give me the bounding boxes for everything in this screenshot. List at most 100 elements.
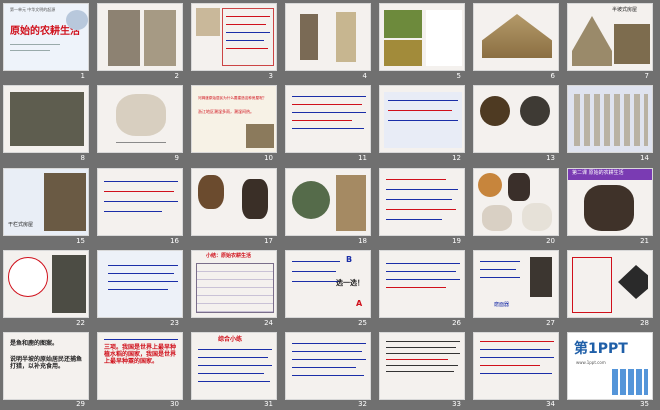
ppt-logo-url: www.1ppt.com [576,360,606,365]
slide-number: 4 [362,72,367,80]
cave-painting-image [108,10,140,66]
slide-number: 10 [264,154,273,162]
pottery-image [478,173,502,197]
slide-thumbnail-23[interactable] [97,250,183,318]
slide-number: 21 [640,237,649,245]
pottery-image [198,175,224,209]
slide-text-line: 说明半坡的原始居民还捕鱼打猎，以补充食用。 [10,356,83,370]
grain-image [480,96,510,126]
slide-thumbnail-8[interactable] [3,85,89,153]
slide-thumbnail-28[interactable] [567,250,653,318]
slide-number: 17 [264,237,273,245]
slide-thumbnail-14[interactable] [567,85,653,153]
slide-number: 34 [546,400,555,408]
slide-number: 26 [452,319,461,327]
summary-table [196,263,274,313]
slide-thumbnail-13[interactable] [473,85,559,153]
pottery-image [508,173,530,201]
slide-number: 35 [640,400,649,408]
slide-number: 19 [452,237,461,245]
crop-image [384,10,422,38]
slide-number: 23 [170,319,179,327]
slide-number: 11 [358,154,367,162]
slide-thumbnail-5[interactable] [379,3,465,71]
slide-thumbnail-33[interactable] [379,332,465,400]
jade-disc-image [292,181,330,219]
slide-number: 28 [640,319,649,327]
slide-thumbnail-9[interactable] [97,85,183,153]
slide-thumbnail-6[interactable] [473,3,559,71]
slide-thumbnail-16[interactable] [97,168,183,236]
slide-thumbnail-4[interactable] [285,3,371,71]
fish-image [618,265,648,299]
slide-thumbnail-3[interactable] [191,3,277,71]
slide-number: 15 [76,237,85,245]
slide-heading: 小结：原始农耕生活 [206,253,252,259]
slide-subtitle: 第一单元 中华文明的起源 [10,7,56,12]
slide-number: 22 [76,319,85,327]
tool-image [336,12,356,62]
slide-thumbnail-7[interactable]: 半坡式房屋 [567,3,653,71]
slide-thumbnail-20[interactable] [473,168,559,236]
question-text: 河姆渡原始居民为什么要建造这种房屋呢？ [198,96,267,100]
slide-thumbnail-27[interactable]: 磨面器 [473,250,559,318]
pottery-image [584,185,634,231]
slide-thumbnail-34[interactable] [473,332,559,400]
slide-text-line: 是鱼和鹿的图案。 [10,340,59,347]
label-b: B [346,255,353,264]
slide-number: 8 [80,154,85,162]
pottery-image [522,203,552,231]
slide-number: 9 [174,154,179,162]
slide-thumbnail-24[interactable]: 小结：原始农耕生活 [191,250,277,318]
hut-image [572,16,612,66]
figurine-image [530,257,552,297]
figurine-image [336,175,366,231]
slide-thumbnail-35[interactable]: 第1PPT www.1ppt.com [567,332,653,400]
slide-thumbnail-2[interactable] [97,3,183,71]
slide-thumbnail-29[interactable]: 是鱼和鹿的图案。 说明半坡的原始居民还捕鱼打猎，以补充食用。 [3,332,89,400]
slide-thumbnail-18[interactable] [285,168,371,236]
ppt-logo: 第1PPT [574,341,628,357]
slide-number: 33 [452,400,461,408]
hut-image [482,14,552,58]
stilt-house-image [44,173,86,231]
grain-image [520,96,550,126]
slide-thumbnail-17[interactable] [191,168,277,236]
slide-thumbnail-32[interactable] [285,332,371,400]
slide-number: 1 [80,72,85,80]
slide-thumbnail-15[interactable]: 干栏式房屋 [3,168,89,236]
slide-title: 三项。我国是世界上最早种植水稻的国家，我国是世界上最早种粟的国家。 [104,344,177,365]
slide-thumbnail-22[interactable] [3,250,89,318]
slide-thumbnail-1[interactable]: 第一单元 中华文明的起源 原始的农耕生活 [3,3,89,71]
slide-number: 18 [358,237,367,245]
slide-number: 29 [76,400,85,408]
bubble-shape [8,257,48,297]
slide-thumbnail-25[interactable]: B 选一选！ A [285,250,371,318]
answer-text: 浙江地区潮湿多雨，潮湿闷热。 [198,109,254,114]
slide-thumbnail-26[interactable] [379,250,465,318]
slide-thumbnail-31[interactable]: 综合小练 [191,332,277,400]
quiz-prompt: 选一选！ [336,279,364,287]
house-image [246,124,274,148]
pottery-image [116,94,166,136]
slide-caption: 半坡式房屋 [612,7,638,13]
slide-number: 7 [644,72,649,80]
slide-number: 12 [452,154,461,162]
slide-thumbnail-11[interactable] [285,85,371,153]
tools-image [574,94,648,146]
banner-title: 第二课 原始的农耕生活 [572,170,624,176]
cave-painting-image [144,10,176,66]
label-a: A [356,299,363,308]
tool-image [300,14,318,60]
portrait-image [196,8,220,36]
slide-thumbnail-21[interactable]: 第二课 原始的农耕生活 [567,168,653,236]
slide-thumbnail-30[interactable]: 三项。我国是世界上最早种植水稻的国家，我国是世界上最早种粟的国家。 [97,332,183,400]
slide-thumbnail-10[interactable]: 河姆渡原始居民为什么要建造这种房屋呢？ 浙江地区潮湿多雨，潮湿闷热。 [191,85,277,153]
pottery-image [482,205,512,231]
hut-image [614,24,650,64]
text-panel [426,10,462,66]
slide-number: 32 [358,400,367,408]
slide-thumbnail-19[interactable] [379,168,465,236]
slide-thumbnail-12[interactable] [379,85,465,153]
pottery-image [242,179,268,219]
